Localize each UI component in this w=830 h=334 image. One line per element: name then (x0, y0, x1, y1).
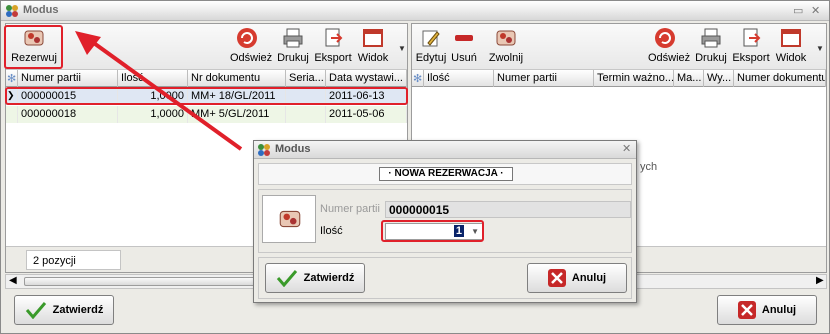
release-icon (496, 30, 516, 46)
close-icon[interactable]: ✕ (811, 4, 820, 17)
right-export-button[interactable]: Eksport (732, 26, 770, 68)
right-refresh-button[interactable]: Odśwież (648, 26, 690, 68)
cancel-x-icon (547, 269, 566, 287)
dialog-close-icon[interactable]: ✕ (622, 142, 631, 155)
header-batch-number[interactable]: Numer partii (494, 70, 594, 87)
batch-number-label: Numer partii (320, 203, 380, 215)
header-document-number[interactable]: Numer dokumentu (734, 70, 826, 87)
view-icon (781, 29, 801, 47)
view-label: Widok (357, 52, 389, 64)
toolbar-more-icon[interactable]: ▼ (398, 44, 406, 53)
row-indicator (6, 106, 18, 123)
view-icon (363, 29, 383, 47)
reservation-dialog: Modus ✕ · NOWA REZERWACJA · Numer partii… (253, 140, 637, 303)
right-export-label: Eksport (732, 52, 770, 64)
app-logo-icon (6, 5, 18, 17)
print-icon (701, 28, 721, 48)
dialog-title-bar: Modus ✕ (254, 141, 636, 159)
right-refresh-label: Odśwież (648, 52, 691, 64)
print-icon (283, 28, 303, 48)
refresh-icon (655, 28, 675, 48)
maximize-icon[interactable]: ▭ (793, 4, 803, 17)
dialog-button-panel: Zatwierdź Anuluj (258, 257, 632, 299)
dialog-cancel-button[interactable]: Anuluj (527, 263, 627, 293)
export-label: Eksport (314, 52, 352, 64)
reserve-image (262, 195, 316, 243)
toolbar-more-icon[interactable]: ▼ (816, 44, 824, 53)
dialog-title: Modus (275, 143, 311, 155)
batch-number-field: 000000015 (385, 201, 631, 218)
view-button[interactable]: Widok (356, 26, 390, 68)
header-issue-date[interactable]: Data wystawi... (326, 70, 407, 87)
print-button[interactable]: Drukuj (276, 26, 310, 68)
app-logo-icon (258, 144, 270, 156)
reserve-icon (279, 210, 301, 228)
edit-label: Edytuj (415, 52, 447, 64)
empty-grid-text: ych (640, 161, 658, 173)
scroll-left-icon[interactable]: ◀ (9, 275, 17, 286)
highlight-quantity-field (381, 220, 484, 242)
highlight-reserve-button (4, 25, 63, 69)
cancel-label: Anuluj (761, 304, 797, 316)
quantity-label: Ilość (320, 225, 343, 237)
checkmark-icon (25, 302, 46, 319)
header-quantity[interactable]: Ilość (424, 70, 494, 87)
confirm-button[interactable]: Zatwierdź (14, 295, 114, 325)
dialog-heading: · NOWA REZERWACJA · (379, 167, 513, 181)
title-bar: Modus ▭ ✕ (1, 1, 829, 21)
main-window: Modus ▭ ✕ Rezerwuj Odśwież Drukuj Ekspor… (0, 0, 830, 334)
annotation-arrow-icon (75, 31, 243, 151)
edit-button[interactable]: Edytuj (414, 26, 448, 68)
row-selector-icon: ✻ (6, 70, 18, 87)
row-selector-icon: ✻ (412, 70, 424, 87)
delete-icon (455, 35, 473, 41)
right-view-label: Widok (775, 52, 807, 64)
row-count: 2 pozycji (26, 250, 121, 270)
right-print-button[interactable]: Drukuj (694, 26, 728, 68)
cell-issue-date: 2011-05-06 (326, 106, 407, 123)
right-print-label: Drukuj (695, 52, 727, 64)
export-icon (743, 28, 761, 47)
dialog-cancel-label: Anuluj (571, 272, 607, 284)
export-button[interactable]: Eksport (314, 26, 352, 68)
export-icon (325, 28, 343, 47)
window-title: Modus (23, 4, 59, 16)
delete-label: Usuń (451, 52, 477, 64)
dialog-confirm-label: Zatwierdź (303, 272, 355, 284)
edit-icon (422, 30, 440, 47)
right-toolbar: Edytuj Usuń Zwolnij Odśwież Drukuj Ekspo… (412, 24, 826, 70)
confirm-label: Zatwierdź (52, 304, 104, 316)
right-view-button[interactable]: Widok (774, 26, 808, 68)
delete-button[interactable]: Usuń (450, 26, 478, 68)
right-grid-header: ✻ Ilość Numer partii Termin ważno... Ma.… (412, 70, 826, 87)
dialog-confirm-button[interactable]: Zatwierdź (265, 263, 365, 293)
release-label: Zwolnij (488, 52, 524, 64)
header-series[interactable]: Seria... (286, 70, 326, 87)
header-wy[interactable]: Wy... (704, 70, 734, 87)
header-expiry-date[interactable]: Termin ważno... (594, 70, 674, 87)
cancel-button[interactable]: Anuluj (717, 295, 817, 325)
cell-series (286, 106, 326, 123)
header-ma[interactable]: Ma... (674, 70, 704, 87)
dialog-heading-box: · NOWA REZERWACJA · (258, 163, 632, 185)
release-button[interactable]: Zwolnij (486, 26, 526, 68)
cancel-x-icon (737, 301, 756, 319)
scroll-right-icon[interactable]: ▶ (816, 275, 824, 286)
checkmark-icon (276, 270, 297, 287)
print-label: Drukuj (277, 52, 309, 64)
